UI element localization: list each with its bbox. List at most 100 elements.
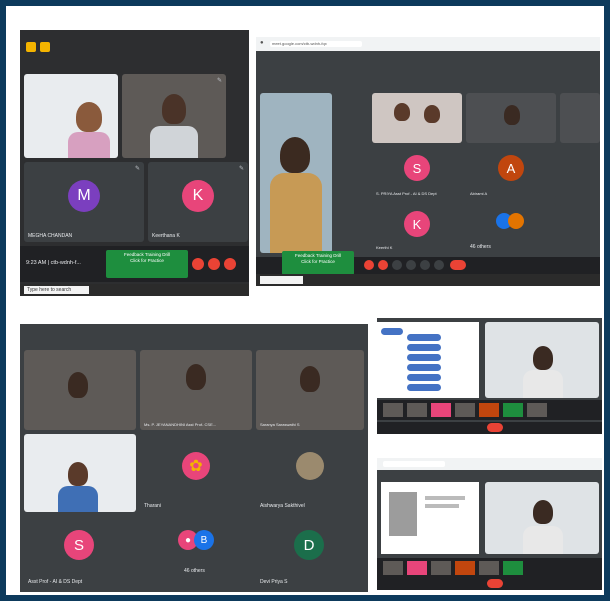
participant-name: Ms. P. JEYANANDHINI Asst Prof- CSE...: [144, 422, 217, 427]
thumbnail-strip: [377, 558, 602, 578]
present-button[interactable]: [420, 260, 430, 270]
others-tile[interactable]: 46 others: [466, 203, 556, 253]
diagram-node: [407, 354, 441, 361]
thumbnail: [407, 403, 427, 417]
video-tile-1: [372, 93, 462, 143]
taskbar-search[interactable]: Type here to search: [24, 286, 89, 294]
video-tile-speaker: [485, 482, 599, 554]
participant-tile-extra-2: [560, 203, 600, 253]
lock-icon: ●: [260, 40, 264, 46]
mic-off-icon: ✎: [238, 166, 244, 172]
meet-screenshot-4: [377, 318, 602, 434]
participant-body: [58, 486, 98, 512]
mic-icon: ✎: [216, 78, 222, 84]
meet-screenshot-1: ✎ M MEGHA CHANDAN ✎ K Keerthana K ✎ 9:23…: [20, 30, 249, 296]
training-banner[interactable]: Feedback Training Drill Click for Practi…: [106, 250, 188, 278]
end-call-button[interactable]: [192, 258, 204, 270]
participant-name: Aishwarya Sakthivel: [260, 503, 305, 509]
meet-screenshot-3: Ms. P. JEYANANDHINI Asst Prof- CSE... Sa…: [20, 324, 368, 592]
thumbnail: [455, 561, 475, 575]
end-call-button[interactable]: [487, 579, 503, 588]
windows-taskbar: Type here to search: [20, 284, 249, 296]
participant-video: [424, 105, 440, 123]
participant-body: [150, 126, 198, 158]
participant-name: Abirami A: [470, 191, 488, 196]
participant-video: [504, 105, 520, 125]
participant-tile-extra: [560, 147, 600, 199]
participant-name: Saranya Saraswathi S: [260, 422, 300, 427]
video-tile-3: [560, 93, 600, 143]
video-tile-speaker: [485, 322, 599, 398]
others-tile[interactable]: ● B 46 others: [140, 516, 252, 588]
avatar: K: [404, 211, 430, 237]
mic-button[interactable]: [208, 258, 220, 270]
thumbnail: [455, 403, 475, 417]
participant-name: Asst Prof - AI & DS Dept: [28, 579, 83, 585]
thumbnail: [479, 561, 499, 575]
participant-video: [394, 103, 410, 121]
thumbnail: [431, 403, 451, 417]
captions-button[interactable]: [392, 260, 402, 270]
avatar: B: [194, 530, 214, 550]
thumbnail: [503, 561, 523, 575]
avatar: D: [294, 530, 324, 560]
sunflower-avatar: ✿: [182, 452, 210, 480]
diagram-node: [407, 374, 441, 381]
participant-tile-d: D Devi Priya S: [256, 516, 364, 588]
slide-text: [425, 496, 465, 500]
video-tile-presenter: [260, 93, 332, 253]
top-bar: [20, 30, 249, 70]
participant-video: [300, 366, 320, 392]
participant-name: Keerthi K: [376, 245, 393, 250]
avatar: [508, 213, 524, 229]
end-call-button[interactable]: [487, 423, 503, 432]
diagram-node: [381, 328, 403, 335]
more-button[interactable]: [434, 260, 444, 270]
thumbnail: [431, 561, 451, 575]
thumbnail: [503, 403, 523, 417]
diagram-node: [407, 334, 441, 341]
raise-hand-button[interactable]: [406, 260, 416, 270]
participant-tile-2: K Keerthana K ✎: [148, 162, 248, 242]
avatar: K: [182, 180, 214, 212]
slide-text: [425, 504, 459, 508]
meeting-time: 9:23 AM | ctb-wdnh-f...: [26, 260, 81, 266]
address-field[interactable]: meet.google.com/ctb-wdnh-fqx: [270, 41, 362, 47]
video-tile-whiteboard: [24, 434, 136, 512]
meet-screenshot-5: [377, 458, 602, 590]
participant-tile-tharani: ✿ Tharani: [140, 434, 252, 512]
mic-off-icon: ✎: [134, 166, 140, 172]
meet-controls-bar: [377, 422, 602, 434]
meet-screenshot-2: ● meet.google.com/ctb-wdnh-fqx S S. PRIY…: [256, 37, 600, 286]
thumbnail: [383, 561, 403, 575]
photo-avatar: [296, 452, 324, 480]
thumbnail: [407, 561, 427, 575]
video-tile-2: Ms. P. JEYANANDHINI Asst Prof- CSE...: [140, 350, 252, 430]
participant-name: S. PRIYA Asst Prof - AI & DS Dept: [376, 191, 437, 196]
others-label: 46 others: [470, 244, 491, 250]
top-bar: [20, 324, 368, 346]
participant-video: [68, 372, 88, 398]
collage-frame: ✎ M MEGHA CHANDAN ✎ K Keerthana K ✎ 9:23…: [6, 6, 604, 595]
avatar: M: [68, 180, 100, 212]
address-field[interactable]: [383, 461, 445, 467]
camera-button[interactable]: [378, 260, 388, 270]
participant-tile-a: A Abirami A: [466, 147, 556, 199]
taskbar-search[interactable]: [260, 276, 303, 284]
mic-button[interactable]: [364, 260, 374, 270]
camera-button[interactable]: [224, 258, 236, 270]
browser-url-bar: [377, 458, 602, 470]
diagram-node: [407, 364, 441, 371]
windows-taskbar: [256, 274, 600, 286]
participant-name: MEGHA CHANDAN: [28, 233, 73, 239]
participant-body: [68, 132, 110, 158]
app-icon: [26, 42, 36, 52]
participant-body: [270, 173, 322, 253]
video-tile-speaker: ✎: [122, 74, 226, 158]
end-call-button[interactable]: [450, 260, 466, 270]
training-banner[interactable]: Feedback Training Drill Click for Practi…: [282, 251, 354, 275]
others-label: 46 others: [184, 568, 205, 574]
participant-body: [523, 526, 563, 554]
participant-video: [533, 500, 553, 524]
avatar: S: [64, 530, 94, 560]
